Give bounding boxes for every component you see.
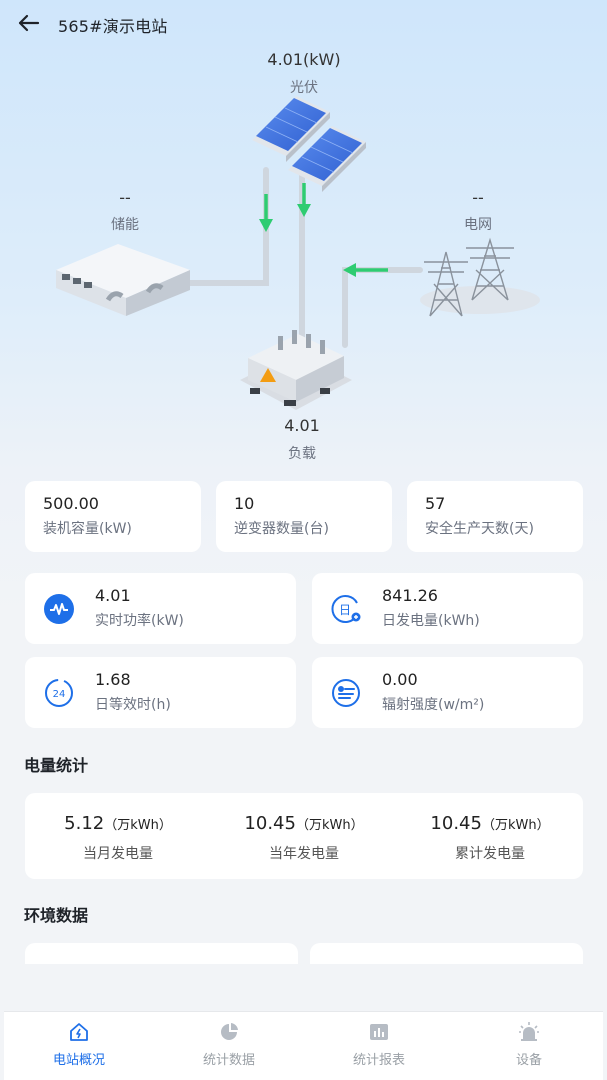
device-alarm-icon <box>518 1021 540 1043</box>
flow-arrow-icon <box>259 183 388 277</box>
energy-label: 当年发电量 <box>269 846 339 862</box>
energy-storage-icon <box>56 244 190 316</box>
metric-card-equivalent-hours[interactable]: 24 1.68 日等效时(h) <box>25 657 296 728</box>
energy-label: 累计发电量 <box>455 846 525 862</box>
metric-value: 1.68 <box>95 670 131 689</box>
bottom-tab-bar: 电站概况 统计数据 统计报表 设备 <box>4 1011 603 1080</box>
svg-text:24: 24 <box>53 689 66 700</box>
stat-value: 500.00 <box>43 494 99 513</box>
realtime-power-icon <box>43 593 75 625</box>
tab-label: 电站概况 <box>52 1053 105 1068</box>
stat-card-inverters: 10 逆变器数量(台) <box>216 481 392 552</box>
metric-label: 实时功率(kW) <box>95 613 184 629</box>
energy-flow-diagram <box>56 96 540 410</box>
metric-value: 0.00 <box>382 670 418 689</box>
metric-value: 841.26 <box>382 586 438 605</box>
tab-label: 设备 <box>515 1053 542 1068</box>
tab-station-overview[interactable]: 电站概况 <box>4 1012 154 1080</box>
metric-label: 辐射强度(w/m²) <box>382 697 485 713</box>
stat-label: 逆变器数量(台) <box>234 521 329 537</box>
metric-value: 4.01 <box>95 586 131 605</box>
grid-value: -- <box>472 188 484 207</box>
pie-chart-icon <box>218 1021 240 1043</box>
metric-card-irradiance[interactable]: 0.00 辐射强度(w/m²) <box>312 657 583 728</box>
solar-panel-icon <box>252 96 366 192</box>
pv-label: 光伏 <box>290 80 318 96</box>
storage-value: -- <box>119 188 131 207</box>
stat-label: 安全生产天数(天) <box>425 521 534 537</box>
stat-card-capacity: 500.00 装机容量(kW) <box>25 481 201 552</box>
page-title: 565#演示电站 <box>58 17 168 36</box>
energy-value: 5.12（万kWh） <box>64 813 172 834</box>
grid-label: 电网 <box>464 217 492 233</box>
station-icon <box>68 1021 90 1043</box>
energy-value: 10.45（万kWh） <box>430 813 550 834</box>
metric-label: 日发电量(kWh) <box>382 613 480 629</box>
energy-item-year: 10.45（万kWh） 当年发电量 <box>211 793 397 879</box>
pv-power-value: 4.01(kW) <box>267 50 341 69</box>
storage-label: 储能 <box>111 217 139 233</box>
equivalent-hours-icon: 24 <box>43 677 75 709</box>
energy-label: 当月发电量 <box>83 846 153 862</box>
tab-statistics[interactable]: 统计数据 <box>154 1012 304 1080</box>
bar-report-icon <box>368 1021 390 1043</box>
energy-section-title: 电量统计 <box>24 756 89 775</box>
stat-value: 10 <box>234 494 255 513</box>
metric-label: 日等效时(h) <box>95 697 171 713</box>
stat-card-safe-days: 57 安全生产天数(天) <box>407 481 583 552</box>
load-label: 负载 <box>288 446 316 462</box>
daily-generation-icon: 日 <box>330 593 362 625</box>
energy-stats-card: 5.12（万kWh） 当月发电量 10.45（万kWh） 当年发电量 10.45… <box>25 793 583 879</box>
environment-card-right <box>310 943 583 964</box>
environment-card-left <box>25 943 298 964</box>
metric-card-realtime-power[interactable]: 4.01 实时功率(kW) <box>25 573 296 644</box>
energy-value: 10.45（万kWh） <box>244 813 364 834</box>
environment-section-title: 环境数据 <box>24 906 89 925</box>
stat-label: 装机容量(kW) <box>43 521 132 537</box>
energy-item-total: 10.45（万kWh） 累计发电量 <box>397 793 583 879</box>
load-value: 4.01 <box>284 416 320 435</box>
stat-value: 57 <box>425 494 446 513</box>
svg-text:日: 日 <box>339 603 351 617</box>
tab-devices[interactable]: 设备 <box>454 1012 604 1080</box>
irradiance-icon <box>330 677 362 709</box>
energy-item-month: 5.12（万kWh） 当月发电量 <box>25 793 211 879</box>
tab-label: 统计报表 <box>352 1053 405 1068</box>
tab-reports[interactable]: 统计报表 <box>304 1012 454 1080</box>
back-arrow-icon[interactable] <box>16 10 44 36</box>
load-transformer-icon <box>240 330 352 410</box>
tab-label: 统计数据 <box>202 1053 255 1068</box>
power-grid-tower-icon <box>420 237 540 317</box>
metric-card-daily-generation[interactable]: 日 841.26 日发电量(kWh) <box>312 573 583 644</box>
